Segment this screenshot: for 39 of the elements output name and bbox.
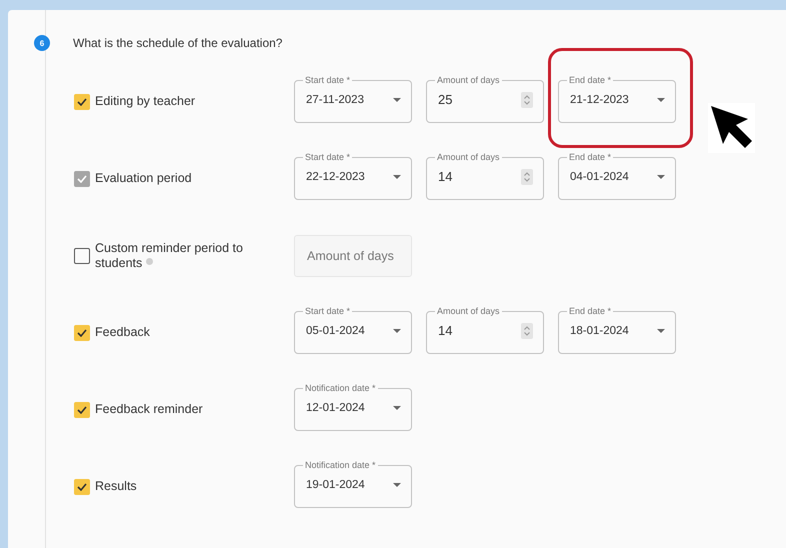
caret-icon bbox=[657, 328, 665, 332]
date-select[interactable]: End date * 21-12-2023 bbox=[558, 74, 676, 122]
check-icon bbox=[77, 482, 87, 490]
caret-icon bbox=[657, 174, 665, 178]
check-icon bbox=[77, 98, 87, 106]
option-label: Custom reminder period to students bbox=[95, 240, 244, 270]
caret-icon bbox=[393, 328, 401, 332]
caret-icon bbox=[393, 174, 401, 178]
check-icon bbox=[77, 174, 87, 182]
info-icon bbox=[146, 258, 154, 264]
number-field[interactable]: Amount of days 14 bbox=[426, 306, 544, 354]
number-field[interactable]: Amount of days 25 bbox=[426, 74, 544, 122]
date-select[interactable]: Notification date * 12-01-2024 bbox=[294, 382, 412, 430]
date-select[interactable]: End date * 18-01-2024 bbox=[558, 306, 676, 354]
spinner-icon bbox=[521, 322, 533, 338]
option-label: Feedback bbox=[95, 325, 150, 340]
checkbox[interactable] bbox=[74, 402, 90, 418]
step-number: 6 bbox=[34, 35, 50, 51]
option-label: Feedback reminder bbox=[95, 402, 203, 417]
spinner-icon bbox=[521, 92, 533, 108]
caret-icon bbox=[393, 98, 401, 102]
checkbox[interactable] bbox=[74, 94, 90, 110]
date-select[interactable]: Start date * 05-01-2024 bbox=[294, 306, 412, 354]
amount-field[interactable]: Amount of days bbox=[294, 234, 412, 276]
spinner-icon bbox=[521, 168, 533, 184]
date-select[interactable]: Start date * 27-11-2023 bbox=[294, 74, 412, 122]
option-label: Evaluation period bbox=[95, 171, 192, 186]
option-label: Results bbox=[95, 479, 137, 494]
checkbox[interactable] bbox=[74, 248, 90, 264]
option-label: Editing by teacher bbox=[95, 94, 196, 109]
check-icon bbox=[77, 328, 87, 336]
caret-icon bbox=[393, 482, 401, 486]
check-icon bbox=[77, 406, 87, 414]
question-text: What is the schedule of the evaluation? bbox=[73, 36, 282, 50]
caret-icon bbox=[657, 98, 665, 102]
caret-icon bbox=[393, 406, 401, 410]
date-select[interactable]: Notification date * 19-01-2024 bbox=[294, 460, 412, 508]
checkbox[interactable] bbox=[74, 324, 90, 340]
checkbox[interactable] bbox=[74, 478, 90, 494]
